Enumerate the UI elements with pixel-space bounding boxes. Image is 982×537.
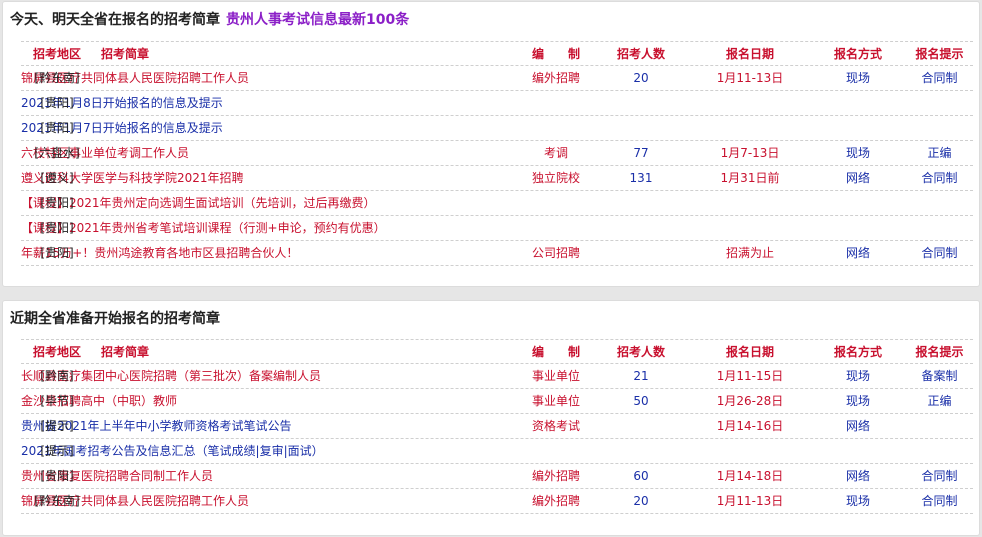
cell-date: 1月14-18日: [716, 469, 784, 483]
header-date: 报名日期: [725, 47, 774, 61]
section-today-panel: 今天、明天全省在报名的招考简章 贵州人事考试信息最新100条 招考地区 招考简章 编 …: [2, 1, 980, 287]
table-row: [贵阳] 2021年1月8日开始报名的信息及提示: [21, 91, 973, 116]
header-num: 招考人数: [616, 47, 665, 61]
header-method: 报名方式: [833, 47, 882, 61]
cell-method: 网络: [845, 469, 870, 483]
cell-region: [提示]: [40, 444, 74, 458]
header-note: 报名提示: [915, 345, 964, 359]
section-today-title: 今天、明天全省在报名的招考简章: [10, 12, 220, 28]
cell-region: [贵阳]: [40, 221, 74, 235]
cell-type: 编外招聘: [531, 71, 580, 85]
cell-region: [毕节]: [40, 394, 74, 408]
cell-num: 60: [633, 469, 649, 483]
cell-method: 现场: [845, 394, 870, 408]
cell-date: 1月26-28日: [716, 394, 784, 408]
section-today-header: 今天、明天全省在报名的招考简章 贵州人事考试信息最新100条: [3, 2, 979, 39]
cell-type: 考调: [543, 146, 568, 160]
cell-method: 现场: [845, 71, 870, 85]
cell-region: [贵阳]: [40, 469, 74, 483]
cell-num: 20: [633, 71, 649, 85]
table-header: 招考地区 招考简章 编 制 招考人数 报名日期 报名方式 报名提示: [21, 41, 973, 66]
cell-date: 1月11-15日: [716, 369, 784, 383]
cell-method: 网络: [845, 419, 870, 433]
table-row: [提示] 2021年国考招考公告及信息汇总（笔试成绩|复审|面试）: [21, 439, 973, 464]
latest-100-link[interactable]: 贵州人事考试信息最新100条: [226, 12, 409, 28]
cell-region: [贵阳]: [40, 121, 74, 135]
cell-note: 合同制: [921, 171, 958, 185]
table-row: [贵阳] 年薪15万+！贵州鸿途教育各地市区县招聘合伙人！ 公司招聘 招满为止 网络 合同…: [21, 241, 973, 266]
cell-note: 合同制: [921, 246, 958, 260]
cell-note: 正编: [927, 146, 952, 160]
cell-region: [遵义]: [40, 171, 74, 185]
table-row: [毕节] 金沙县招聘高中（中职）教师 事业单位 50 1月26-28日 现场 正编: [21, 389, 973, 414]
table-row: [黔东南] 锦屏县医疗共同体县人民医院招聘工作人员 编外招聘 20 1月11-13日 现场…: [21, 489, 973, 514]
cell-num: 20: [633, 494, 649, 508]
header-title: 招考简章: [101, 47, 150, 61]
cell-method: 现场: [845, 494, 870, 508]
section-upcoming-panel: 近期全省准备开始报名的招考简章 招考地区 招考简章 编 制 招考人数 报名日期 报名方式 报…: [2, 300, 980, 536]
cell-region: [黔东南]: [34, 71, 80, 85]
header-title: 招考简章: [101, 345, 150, 359]
section-upcoming-title: 近期全省准备开始报名的招考简章: [10, 311, 220, 327]
header-region: 招考地区: [32, 345, 81, 359]
header-type: 编 制: [531, 47, 580, 61]
header-region: 招考地区: [32, 47, 81, 61]
header-method: 报名方式: [833, 345, 882, 359]
cell-date: 1月31日前: [720, 171, 780, 185]
cell-region: [黔东南]: [34, 494, 80, 508]
cell-method: 网络: [845, 246, 870, 260]
cell-type: 资格考试: [531, 419, 580, 433]
header-type: 编 制: [531, 345, 580, 359]
table-row: [遵义] 遵义医科大学医学与科技学院2021年招聘 独立院校 131 1月31日前 网络合…: [21, 166, 973, 191]
table-row: [贵阳] 2021年1月7日开始报名的信息及提示: [21, 116, 973, 141]
cell-date: 1月11-13日: [716, 494, 784, 508]
cell-num: 50: [633, 394, 649, 408]
cell-type: 编外招聘: [531, 469, 580, 483]
cell-type: 事业单位: [531, 394, 580, 408]
cell-type: 事业单位: [531, 369, 580, 383]
cell-method: 现场: [845, 369, 870, 383]
cell-date: 1月11-13日: [716, 71, 784, 85]
table-row: [六盘水] 六枝特区事业单位考调工作人员 考调 77 1月7-13日 现场 正编: [21, 141, 973, 166]
header-note: 报名提示: [915, 47, 964, 61]
cell-num: 131: [629, 171, 653, 185]
cell-num: 21: [633, 369, 649, 383]
section-upcoming-header: 近期全省准备开始报名的招考简章: [3, 301, 979, 338]
cell-region: [提示]: [40, 419, 74, 433]
cell-note: 合同制: [921, 494, 958, 508]
table-row: [黔东南] 锦屏县医疗共同体县人民医院招聘工作人员 编外招聘 20 1月11-13日 现场…: [21, 66, 973, 91]
cell-method: 现场: [845, 146, 870, 160]
cell-type: 公司招聘: [531, 246, 580, 260]
cell-method: 网络: [845, 171, 870, 185]
cell-date: 1月7-13日: [720, 146, 780, 160]
cell-region: [贵阳]: [40, 246, 74, 260]
table-row: [贵阳] 贵州省康复医院招聘合同制工作人员 编外招聘 60 1月14-18日 网络 合同制: [21, 464, 973, 489]
cell-region: [六盘水]: [34, 146, 80, 160]
header-date: 报名日期: [725, 345, 774, 359]
table-row: [贵阳] 【课程】2021年贵州省考笔试培训课程（行测+申论，预约有优惠）: [21, 216, 973, 241]
cell-type: 独立院校: [531, 171, 580, 185]
table-row: [黔南] 长顺县医疗集团中心医院招聘（第三批次）备案编制人员 事业单位 21 1月11-…: [21, 364, 973, 389]
cell-note: 合同制: [921, 469, 958, 483]
header-num: 招考人数: [616, 345, 665, 359]
table-header: 招考地区 招考简章 编 制 招考人数 报名日期 报名方式 报名提示: [21, 339, 973, 364]
cell-num: 77: [633, 146, 649, 160]
cell-note: 合同制: [921, 71, 958, 85]
cell-note: 正编: [927, 394, 952, 408]
cell-region: [贵阳]: [40, 196, 74, 210]
cell-date: 招满为止: [725, 246, 774, 260]
table-row: [贵阳] 【课程】2021年贵州定向选调生面试培训（先培训，过后再缴费）: [21, 191, 973, 216]
cell-date: 1月14-16日: [716, 419, 784, 433]
cell-note: 备案制: [921, 369, 958, 383]
table-row: [提示] 贵州省2021年上半年中小学教师资格考试笔试公告 资格考试 1月14-16日…: [21, 414, 973, 439]
cell-type: 编外招聘: [531, 494, 580, 508]
cell-region: [黔南]: [40, 369, 74, 383]
cell-region: [贵阳]: [40, 96, 74, 110]
